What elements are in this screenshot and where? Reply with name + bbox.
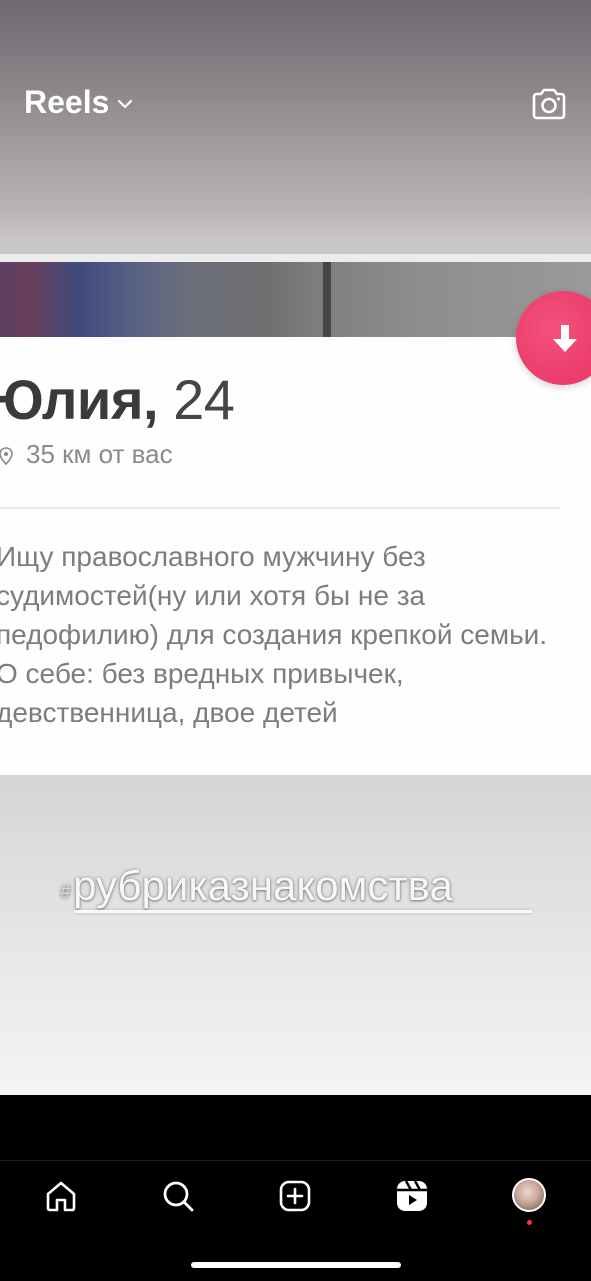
create-icon[interactable] xyxy=(278,1179,312,1213)
card-divider xyxy=(0,507,560,509)
profile-photo xyxy=(0,262,591,337)
reels-title-dropdown[interactable]: Reels xyxy=(24,84,133,121)
reel-video[interactable]: Юлия, 24 35 км от вас Ищу православного … xyxy=(0,0,591,1095)
notification-dot xyxy=(527,1220,532,1225)
location-pin-icon xyxy=(0,447,13,465)
frame-strip xyxy=(0,254,591,262)
video-lower-area xyxy=(0,775,591,1095)
hashtag-overlay: #рубриказнакомства xyxy=(60,862,453,910)
profile-distance: 35 км от вас xyxy=(0,439,173,470)
profile-avatar[interactable] xyxy=(512,1178,546,1212)
camera-icon[interactable] xyxy=(531,87,567,121)
hashtag-text: рубриказнакомства xyxy=(73,862,453,909)
profile-name-age: Юлия, 24 xyxy=(0,367,235,432)
hashtag-underline xyxy=(74,910,532,913)
profile-bio: Ищу православного мужчину без судимостей… xyxy=(0,541,548,728)
chevron-down-icon xyxy=(118,99,133,108)
arrow-down-icon xyxy=(553,325,577,352)
reels-icon[interactable] xyxy=(395,1179,429,1213)
photo-detail xyxy=(323,262,331,337)
reels-title: Reels xyxy=(24,84,110,120)
profile-card: Юлия, 24 35 км от вас Ищу православного … xyxy=(0,337,591,775)
distance-text: 35 км от вас xyxy=(26,439,173,469)
hashtag-symbol: # xyxy=(60,881,72,903)
search-icon[interactable] xyxy=(161,1179,195,1213)
profile-age: 24 xyxy=(173,368,235,431)
home-indicator xyxy=(191,1262,401,1268)
home-icon[interactable] xyxy=(44,1179,78,1213)
profile-name: Юлия, xyxy=(0,368,159,431)
